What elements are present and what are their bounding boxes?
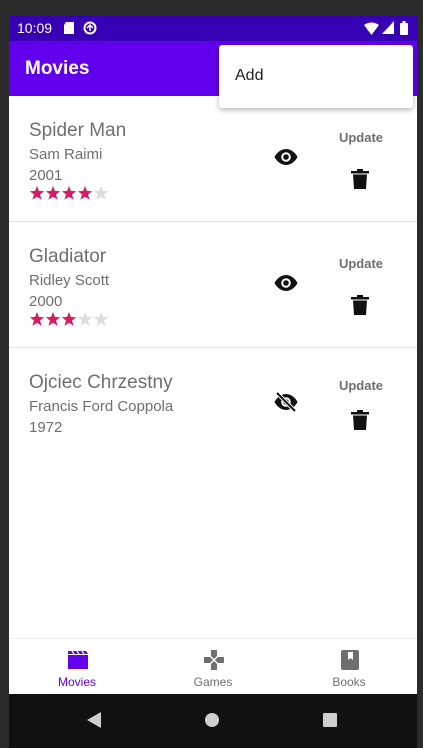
wifi-icon [364, 22, 379, 35]
list-item[interactable]: Spider Man Sam Raimi 2001 Update [9, 96, 417, 222]
nav-item-books[interactable]: Books [281, 639, 417, 695]
back-icon[interactable] [87, 712, 101, 728]
nav-label: Movies [57, 675, 96, 689]
sd-card-icon [64, 22, 74, 34]
star-filled-icon [61, 312, 77, 326]
trash-icon[interactable] [351, 295, 369, 315]
movie-year: 2000 [29, 293, 63, 310]
nav-item-games[interactable]: Games [145, 639, 281, 695]
eye-icon[interactable] [274, 148, 298, 166]
star-empty-icon [93, 312, 109, 326]
recent-apps-icon[interactable] [323, 713, 337, 727]
status-bar: 10:09 [9, 16, 417, 41]
nav-label: Books [332, 675, 366, 689]
star-empty-icon [77, 312, 93, 326]
eye-icon[interactable] [274, 274, 298, 292]
star-filled-icon [45, 312, 61, 326]
battery-icon [400, 21, 408, 35]
update-button[interactable]: Update [334, 378, 388, 393]
movie-icon [68, 650, 88, 669]
system-navigation-bar [9, 694, 417, 748]
movie-director: Ridley Scott [29, 272, 110, 289]
movie-director: Sam Raimi [29, 146, 103, 163]
home-icon[interactable] [205, 713, 219, 727]
menu-item-add[interactable]: Add [235, 67, 263, 85]
book-icon [341, 650, 359, 670]
rating-bar [29, 185, 109, 201]
gamepad-icon [204, 650, 224, 670]
star-filled-icon [45, 186, 61, 200]
nav-item-movies[interactable]: Movies [9, 639, 145, 695]
trash-icon[interactable] [351, 410, 369, 430]
star-empty-icon [93, 186, 109, 200]
movie-year: 2001 [29, 167, 63, 184]
update-button[interactable]: Update [334, 130, 388, 145]
app-screen: 10:09 Movies Add Spider Man Sam Raimi 20… [9, 16, 417, 748]
list-item[interactable]: Ojciec Chrzestny Francis Ford Coppola 19… [9, 348, 417, 473]
movie-title: Ojciec Chrzestny [29, 372, 173, 393]
eye-off-icon[interactable] [274, 392, 298, 412]
trash-icon[interactable] [351, 169, 369, 189]
list-item[interactable]: Gladiator Ridley Scott 2000 Update [9, 222, 417, 348]
signal-icon [382, 21, 394, 34]
movie-title: Gladiator [29, 246, 107, 267]
sync-icon [83, 21, 97, 35]
star-filled-icon [77, 186, 93, 200]
bottom-navigation: Movies Games Books [9, 638, 417, 695]
rating-bar [29, 311, 109, 327]
update-button[interactable]: Update [334, 256, 388, 271]
star-filled-icon [61, 186, 77, 200]
nav-label: Games [193, 675, 233, 689]
status-time: 10:09 [17, 20, 53, 36]
movie-year: 1972 [29, 419, 63, 436]
overflow-menu: Add [219, 45, 413, 108]
star-filled-icon [29, 312, 45, 326]
movie-director: Francis Ford Coppola [29, 398, 174, 415]
star-filled-icon [29, 186, 45, 200]
movie-list: Spider Man Sam Raimi 2001 Update Gladiat… [9, 96, 417, 473]
movie-title: Spider Man [29, 120, 127, 141]
page-title: Movies [25, 58, 90, 79]
